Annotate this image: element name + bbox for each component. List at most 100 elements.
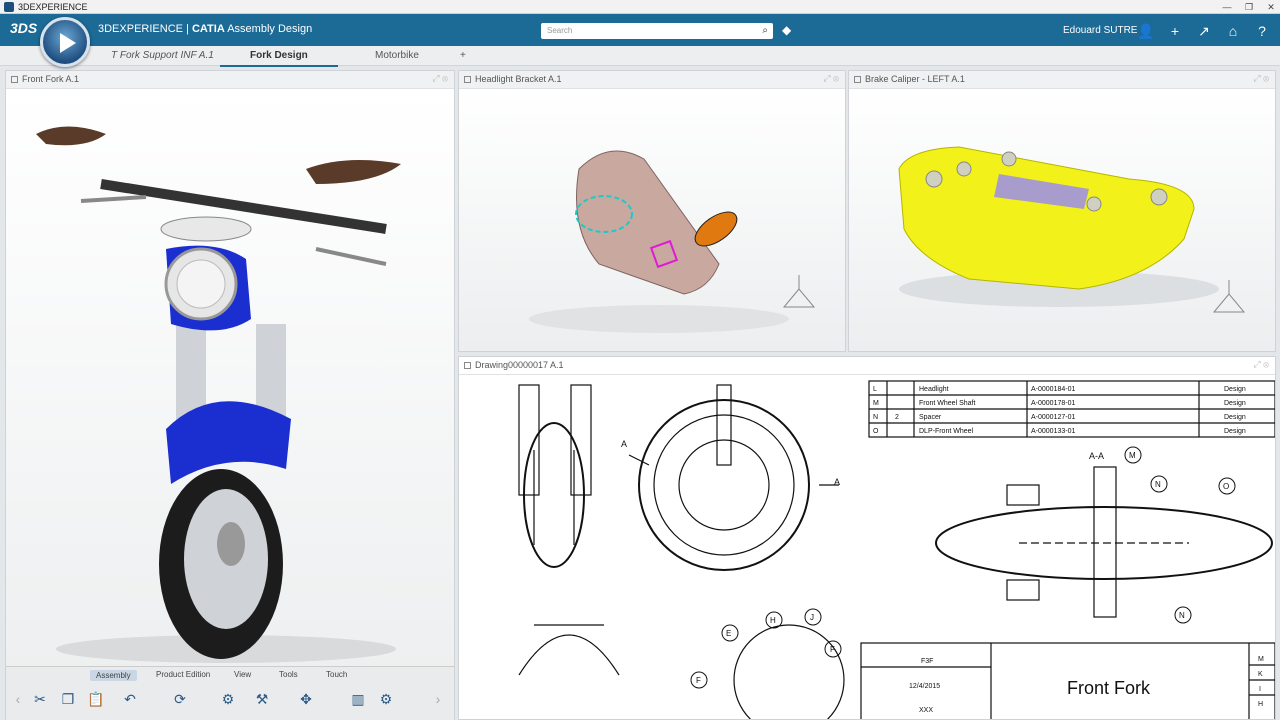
bom-row-4-ref: A-0000133-01 bbox=[1031, 428, 1075, 435]
panel-icon bbox=[464, 362, 471, 369]
maximize-button[interactable]: ❐ bbox=[1242, 2, 1256, 12]
callout-n: N bbox=[1155, 480, 1161, 489]
cut-icon[interactable]: ✂ bbox=[30, 691, 50, 709]
headlight-3d-viewport[interactable] bbox=[459, 89, 845, 351]
bom-row-3-qty: 2 bbox=[895, 414, 899, 421]
drawing-panel[interactable]: Drawing00000017 A.1 ⤢ ⊗ L Headlight A-000… bbox=[458, 356, 1276, 720]
search-icon[interactable]: ⌕ bbox=[762, 25, 768, 36]
window-title: 3DEXPERIENCE bbox=[18, 2, 88, 12]
callout-f-right: F bbox=[830, 645, 835, 654]
panel-controls-icon[interactable]: ⤢ ⊗ bbox=[1253, 359, 1269, 370]
panel-title: Brake Caliper - LEFT A.1 bbox=[865, 74, 965, 84]
panel-header: Headlight Bracket A.1 ⤢ ⊗ bbox=[459, 71, 845, 89]
explode-icon[interactable]: ✥ bbox=[296, 691, 316, 709]
section-touch[interactable]: Touch bbox=[326, 670, 347, 679]
title-block-drawn: XXX bbox=[919, 707, 933, 714]
help-icon[interactable]: ? bbox=[1253, 22, 1271, 40]
fork-3d-viewport[interactable] bbox=[6, 89, 454, 719]
tab-motorbike[interactable]: Motorbike bbox=[375, 50, 419, 61]
bom-row-2-id: M bbox=[873, 400, 879, 407]
search-input[interactable]: Search ⌕ bbox=[541, 23, 773, 39]
paste-icon[interactable]: 📋 bbox=[86, 691, 106, 709]
rev-k: K bbox=[1258, 671, 1263, 678]
bom-row-4-status: Design bbox=[1224, 428, 1246, 435]
home-icon[interactable]: ⌂ bbox=[1224, 22, 1242, 40]
rev-m: M bbox=[1258, 656, 1264, 663]
panel-title: Drawing00000017 A.1 bbox=[475, 360, 564, 370]
panel-icon bbox=[11, 76, 18, 83]
app-title: 3DEXPERIENCE | CATIA Assembly Design bbox=[98, 23, 313, 35]
panel-controls-icon[interactable]: ⤢ ⊗ bbox=[823, 73, 839, 84]
drawing-title: Front Fork bbox=[1067, 678, 1151, 698]
user-name[interactable]: Edouard SUTRE bbox=[1063, 25, 1137, 36]
panel-controls-icon[interactable]: ⤢ ⊗ bbox=[432, 73, 448, 84]
title-block-ref: F3F bbox=[921, 658, 933, 665]
copy-icon[interactable]: ❐ bbox=[58, 691, 78, 709]
bom-table: L Headlight A-0000184-01 Design M Front … bbox=[873, 386, 1246, 435]
os-title-bar: 3DEXPERIENCE — ❐ ✕ bbox=[0, 0, 1280, 14]
compare-icon[interactable]: ▥ bbox=[348, 691, 368, 709]
ds-logo: 3DS bbox=[10, 20, 38, 36]
play-icon bbox=[60, 33, 76, 53]
tab-t-fork-support[interactable]: T Fork Support INF A.1 bbox=[111, 50, 214, 61]
mechanism-icon[interactable]: ⚙ bbox=[376, 691, 396, 709]
caliper-model bbox=[898, 146, 1246, 313]
bom-row-3-id: N bbox=[873, 414, 878, 421]
panel-icon bbox=[464, 76, 471, 83]
panel-title: Front Fork A.1 bbox=[22, 74, 80, 84]
rev-i: I bbox=[1259, 686, 1261, 693]
front-fork-panel[interactable]: Front Fork A.1 ⤢ ⊗ bbox=[5, 70, 455, 720]
app-icon bbox=[4, 2, 14, 12]
section-assembly[interactable]: Assembly bbox=[90, 670, 137, 681]
title-block-date: 12/4/2015 bbox=[909, 683, 940, 690]
section-tools[interactable]: Tools bbox=[279, 670, 298, 679]
constraint-icon[interactable]: ⚒ bbox=[252, 691, 272, 709]
bracket-model bbox=[529, 150, 816, 333]
insert-component-icon[interactable]: ⚙ bbox=[218, 691, 238, 709]
scroll-right-icon[interactable]: › bbox=[428, 691, 448, 709]
section-product-edition[interactable]: Product Edition bbox=[156, 670, 210, 679]
callout-m: M bbox=[1129, 451, 1136, 460]
bom-row-3-status: Design bbox=[1224, 414, 1246, 421]
bom-row-3-ref: A-0000127-01 bbox=[1031, 414, 1075, 421]
callout-h: H bbox=[770, 616, 776, 625]
tab-fork-design[interactable]: Fork Design bbox=[220, 50, 338, 67]
drawing-sheet[interactable]: L Headlight A-0000184-01 Design M Front … bbox=[459, 375, 1276, 720]
tag-icon[interactable]: ◆ bbox=[782, 23, 791, 37]
compass-play-button[interactable] bbox=[40, 17, 90, 67]
callout-n-lower: N bbox=[1179, 611, 1185, 620]
close-button[interactable]: ✕ bbox=[1264, 2, 1278, 12]
fork-model bbox=[36, 126, 401, 663]
add-icon[interactable]: + bbox=[1166, 22, 1184, 40]
bom-row-3-name: Spacer bbox=[919, 414, 942, 421]
bom-row-4-name: DLP-Front Wheel bbox=[919, 428, 974, 435]
bom-row-2-ref: A-0000178-01 bbox=[1031, 400, 1075, 407]
share-icon[interactable]: ↗ bbox=[1195, 22, 1213, 40]
top-bar: 3DS 3DEXPERIENCE | CATIA Assembly Design… bbox=[0, 14, 1280, 46]
bom-row-4-id: O bbox=[873, 428, 879, 435]
bom-row-1-name: Headlight bbox=[919, 386, 949, 393]
update-icon[interactable]: ⟳ bbox=[170, 691, 190, 709]
scroll-left-icon[interactable]: ‹ bbox=[8, 691, 28, 709]
panel-header: Front Fork A.1 ⤢ ⊗ bbox=[6, 71, 454, 89]
bom-row-1-ref: A-0000184-01 bbox=[1031, 386, 1075, 393]
rev-h: H bbox=[1258, 701, 1263, 708]
section-label: A-A bbox=[1089, 451, 1104, 461]
section-view[interactable]: View bbox=[234, 670, 251, 679]
panel-controls-icon[interactable]: ⤢ ⊗ bbox=[1253, 73, 1269, 84]
headlight-bracket-panel[interactable]: Headlight Bracket A.1 ⤢ ⊗ bbox=[458, 70, 846, 352]
add-tab-button[interactable]: + bbox=[460, 50, 466, 61]
caliper-3d-viewport[interactable] bbox=[849, 89, 1275, 351]
callout-e: E bbox=[726, 629, 731, 638]
minimize-button[interactable]: — bbox=[1220, 2, 1234, 12]
callout-f-left: F bbox=[696, 676, 701, 685]
bom-row-2-name: Front Wheel Shaft bbox=[919, 400, 975, 407]
panel-header: Brake Caliper - LEFT A.1 ⤢ ⊗ bbox=[849, 71, 1275, 89]
callout-j: J bbox=[810, 613, 814, 622]
brake-caliper-panel[interactable]: Brake Caliper - LEFT A.1 ⤢ ⊗ bbox=[848, 70, 1276, 352]
user-avatar-icon[interactable]: 👤 bbox=[1137, 22, 1155, 40]
panel-title: Headlight Bracket A.1 bbox=[475, 74, 562, 84]
tab-bar: T Fork Support INF A.1 Fork Design Motor… bbox=[0, 46, 1280, 67]
undo-icon[interactable]: ↶ bbox=[120, 691, 140, 709]
bom-row-1-id: L bbox=[873, 386, 877, 393]
